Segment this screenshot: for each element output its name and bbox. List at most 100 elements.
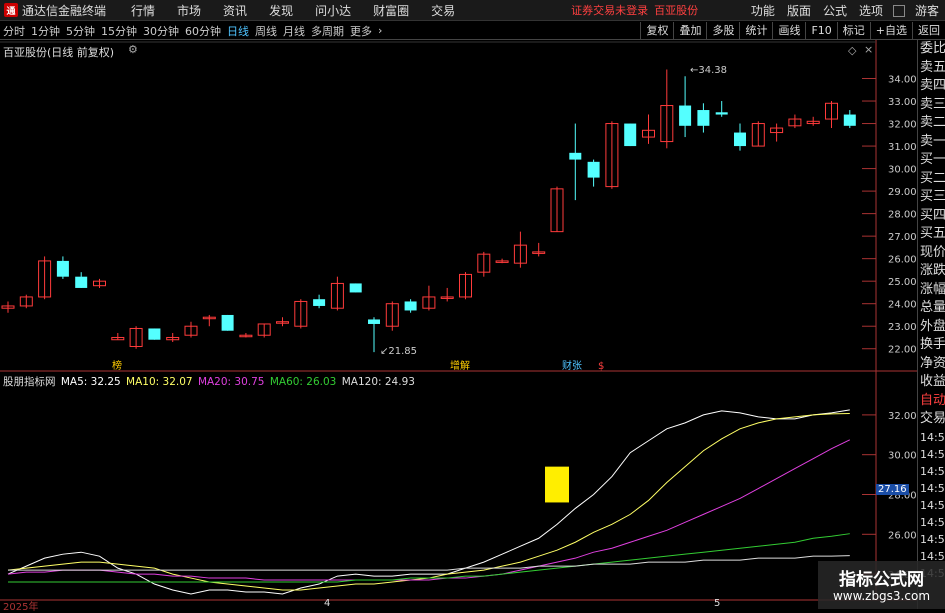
btn-add-watch[interactable]: +自选 [869, 22, 912, 40]
btn-multi[interactable]: 多股 [706, 22, 739, 40]
y-tick-label: 23.00 [888, 322, 917, 333]
quote-panel-item: 外盘 [920, 318, 945, 334]
menu-discover[interactable]: 发现 [258, 2, 304, 19]
quote-panel-item: 委比 [920, 41, 945, 56]
menu-market[interactable]: 市场 [166, 2, 212, 19]
candle-body-down [75, 276, 88, 288]
ma120-line [8, 555, 850, 571]
y-tick-label: 24.00 [888, 300, 917, 311]
quote-panel-item: 换手 [920, 337, 945, 352]
btn-f10[interactable]: F10 [805, 22, 836, 40]
quote-panel-item[interactable]: 14:56 [918, 480, 945, 497]
menu-layout[interactable]: 版面 [781, 2, 817, 19]
quote-panel-item: 卖四 [920, 78, 945, 93]
menu-options[interactable]: 选项 [853, 2, 889, 19]
period-1min[interactable]: 1分钟 [28, 23, 63, 39]
candle-body-down [587, 161, 600, 178]
main-menu: 行情 市场 资讯 发现 问小达 财富圈 交易 [120, 2, 466, 19]
login-notice[interactable]: 证券交易未登录 [571, 2, 648, 18]
y-tick-label: 32.00 [888, 120, 917, 131]
quote-panel-item[interactable]: 交易 [918, 410, 945, 429]
diamond-icon[interactable]: ◇ [848, 44, 856, 57]
period-15min[interactable]: 15分钟 [98, 23, 140, 39]
quote-panel-item: 卖三 [920, 96, 945, 112]
btn-draw[interactable]: 画线 [772, 22, 805, 40]
quote-panel-item[interactable]: 14:56 [918, 429, 945, 446]
low-price-label: ↙21.85 [380, 346, 417, 357]
period-monthly[interactable]: 月线 [280, 23, 308, 39]
btn-back[interactable]: 返回 [912, 22, 945, 40]
quote-panel-item: 涨跌 [920, 263, 945, 278]
period-5min[interactable]: 5分钟 [63, 23, 98, 39]
toolbar-right: 复权 叠加 多股 统计 画线 F10 标记 +自选 返回 [640, 22, 945, 40]
right-menu: 功能 版面 公式 选项 游客 [745, 0, 945, 21]
y-tick-label: 25.00 [888, 277, 917, 288]
window-icon[interactable] [892, 4, 905, 17]
event-marker: 榜 [112, 359, 122, 372]
period-daily[interactable]: 日线 [224, 23, 252, 39]
date-label-year: 2025年 [3, 602, 39, 613]
candle-body-down [368, 319, 380, 324]
candle-body-down [697, 110, 710, 126]
period-more[interactable]: 更多 [347, 23, 375, 39]
btn-adjust[interactable]: 复权 [640, 22, 673, 40]
y-tick-label: 34.00 [888, 75, 917, 86]
event-marker: $ [598, 361, 604, 372]
quote-panel-item[interactable]: 14:56 [918, 514, 945, 531]
period-60min[interactable]: 60分钟 [182, 23, 224, 39]
high-price-label: ←34.38 [690, 65, 727, 76]
quote-panel-item[interactable]: 14:56 [918, 497, 945, 514]
chevron-right-icon[interactable]: › [375, 24, 385, 37]
period-30min[interactable]: 30分钟 [140, 23, 182, 39]
btn-stats[interactable]: 统计 [739, 22, 772, 40]
quote-panel-item[interactable]: 自动 [918, 392, 945, 411]
period-tick[interactable]: 分时 [0, 23, 28, 39]
close-icon[interactable]: × [864, 43, 873, 56]
btn-mark[interactable]: 标记 [836, 22, 870, 40]
app-logo-icon: 通 [4, 3, 18, 17]
settings-icon[interactable]: ⚙ [128, 43, 138, 56]
ma60-line [8, 533, 850, 583]
quote-panel-item[interactable]: 14:56 [918, 531, 945, 548]
ma20-label: MA20: 30.75 [197, 376, 265, 388]
signal-highlight-bar [545, 466, 569, 503]
y-tick-label: 26.00 [888, 255, 917, 266]
menu-wealth[interactable]: 财富圈 [362, 2, 420, 19]
date-label-may: 5 [714, 598, 721, 609]
ind-y-tick-label: 32.00 [888, 411, 917, 422]
title-bar: 通 通达信金融终端 行情 市场 资讯 发现 问小达 财富圈 交易 证券交易未登录… [0, 0, 945, 21]
candlestick-chart[interactable]: 34.00 33.00 32.00 31.00 30.00 29.00 28.00 27.00… [0, 40, 917, 609]
y-tick-label: 29.00 [888, 187, 917, 198]
candle-body-down [569, 152, 582, 160]
quote-panel-item[interactable]: 14:56 [918, 463, 945, 480]
period-multi[interactable]: 多周期 [308, 23, 347, 39]
menu-formula[interactable]: 公式 [817, 2, 853, 19]
quote-panel-item: 卖一 [920, 133, 945, 149]
btn-overlay[interactable]: 叠加 [673, 22, 706, 40]
quote-panel: 委比 卖五 卖四 卖三 卖二 卖一 买一 买二 买三 买四 买五 现价 涨跌 涨幅 总量 外盘 换手 净资 收益 自动… [917, 40, 945, 609]
date-label-apr: 4 [324, 598, 331, 609]
quote-panel-item: 买三 [920, 189, 945, 204]
ma20-line [7, 439, 851, 581]
quote-panel-item: 买一 [920, 152, 945, 167]
indicator-name: 股朋指标网 [3, 376, 56, 388]
quote-panel-item: 买五 [920, 226, 945, 241]
candle-body-down [679, 105, 692, 126]
period-weekly[interactable]: 周线 [252, 23, 280, 39]
menu-ask[interactable]: 问小达 [304, 2, 362, 19]
user-label[interactable]: 游客 [909, 2, 945, 19]
menu-news[interactable]: 资讯 [212, 2, 258, 19]
menu-quotes[interactable]: 行情 [120, 2, 166, 19]
quote-panel-item: 买四 [920, 207, 945, 223]
quote-panel-item[interactable]: 14:56 [918, 446, 945, 463]
chart-area[interactable]: 34.00 33.00 32.00 31.00 30.00 29.00 28.00 27.00… [0, 40, 945, 613]
y-tick-label: 27.00 [888, 232, 917, 243]
app-title: 通达信金融终端 [22, 3, 107, 18]
candle-body-down [715, 112, 728, 115]
menu-function[interactable]: 功能 [745, 2, 781, 19]
ma10-label: MA10: 32.07 [126, 376, 193, 388]
watermark-url: www.zbgs3.com [832, 589, 931, 603]
ma5-label: MA5: 32.25 [60, 376, 121, 388]
y-tick-label: 22.00 [888, 345, 917, 356]
menu-trade[interactable]: 交易 [420, 2, 466, 19]
